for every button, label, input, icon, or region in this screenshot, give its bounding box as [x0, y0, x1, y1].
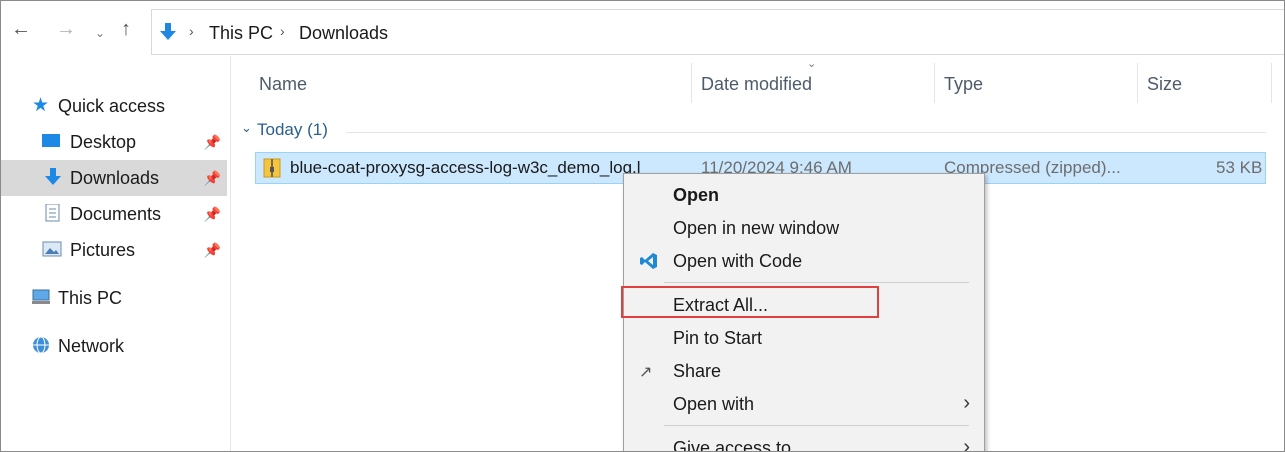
pictures-icon — [42, 241, 62, 257]
column-divider[interactable] — [1137, 63, 1138, 103]
sort-chevron-icon: ⌄ — [807, 58, 817, 70]
sidebar-item-desktop[interactable]: Desktop 📌 — [1, 124, 227, 160]
file-explorer-window: ← → ⌄ ↑ › This PC › Downloads ★ Quick ac… — [0, 0, 1285, 452]
column-divider[interactable] — [1271, 63, 1272, 103]
downloads-icon — [45, 168, 61, 185]
navigation-pane: ★ Quick access Desktop 📌 Downloads 📌 Doc… — [1, 56, 231, 451]
extract-all-highlight-box — [621, 286, 879, 318]
sidebar-item-label: Desktop — [70, 132, 137, 152]
group-collapse-chevron-icon[interactable]: ⌄ — [241, 120, 252, 136]
submenu-chevron-right-icon: › — [963, 436, 970, 452]
network-icon — [33, 336, 49, 354]
pin-icon[interactable]: 📌 — [204, 242, 221, 259]
vscode-icon — [640, 253, 657, 269]
menu-item-label: Pin to Start — [673, 328, 763, 348]
menu-item-open-in-new-window[interactable]: Open in new window — [624, 212, 984, 245]
file-size: 53 KB — [1216, 158, 1263, 177]
sidebar-item-network[interactable]: Network — [1, 328, 227, 364]
menu-item-label: Open in new window — [673, 218, 840, 238]
zip-folder-icon — [263, 158, 281, 178]
sidebar-item-label: This PC — [58, 288, 123, 308]
pin-icon[interactable]: 📌 — [204, 170, 221, 187]
menu-item-label: Open — [673, 185, 720, 205]
sidebar-item-label: Documents — [70, 204, 162, 224]
menu-item-label: Open with Code — [673, 251, 803, 271]
back-arrow-icon[interactable]: ← — [11, 19, 31, 39]
menu-item-give-access-to[interactable]: Give access to › — [624, 432, 984, 452]
menu-item-open[interactable]: Open — [624, 179, 984, 212]
sidebar-item-pictures[interactable]: Pictures 📌 — [1, 232, 227, 268]
sidebar-item-label: Network — [58, 336, 125, 356]
sidebar-item-documents[interactable]: Documents 📌 — [1, 196, 227, 232]
documents-icon — [45, 204, 60, 222]
column-header-size[interactable]: Size — [1147, 74, 1182, 95]
computer-icon — [32, 289, 50, 304]
sidebar-item-label: Downloads — [70, 168, 160, 188]
group-divider — [346, 132, 1266, 133]
menu-item-label: Give access to — [673, 438, 792, 452]
share-icon: ↗ — [639, 364, 653, 381]
file-name[interactable]: blue-coat-proxysg-access-log-w3c_demo_lo… — [290, 158, 641, 178]
downloads-location-icon — [160, 23, 176, 40]
desktop-icon — [42, 134, 60, 147]
address-bar[interactable]: › This PC › Downloads — [151, 9, 1284, 55]
sidebar-item-label: Pictures — [70, 240, 136, 260]
menu-item-open-with[interactable]: Open with › — [624, 388, 984, 421]
submenu-chevron-right-icon: › — [963, 392, 970, 414]
forward-arrow-icon[interactable]: → — [56, 19, 76, 39]
breadcrumb-this-pc[interactable]: This PC — [209, 23, 273, 44]
sidebar-item-label: Quick access — [58, 96, 166, 116]
pin-icon[interactable]: 📌 — [204, 134, 221, 151]
menu-item-label: Share — [673, 361, 722, 381]
breadcrumb-separator-icon: › — [189, 23, 194, 39]
group-header-today[interactable]: Today (1) — [257, 120, 328, 140]
menu-separator — [664, 425, 969, 426]
sidebar-item-this-pc[interactable]: This PC — [1, 280, 227, 316]
column-header-type[interactable]: Type — [944, 74, 983, 95]
pin-icon[interactable]: 📌 — [204, 206, 221, 223]
sidebar-item-quick-access[interactable]: ★ Quick access — [1, 88, 227, 124]
star-icon: ★ — [32, 95, 50, 116]
column-header-name[interactable]: Name — [259, 74, 307, 95]
menu-item-pin-to-start[interactable]: Pin to Start — [624, 322, 984, 355]
menu-item-open-with-code[interactable]: Open with Code — [624, 245, 984, 278]
recent-locations-chevron-down-icon[interactable]: ⌄ — [95, 23, 105, 43]
menu-item-share[interactable]: ↗ Share — [624, 355, 984, 388]
column-header-date-modified[interactable]: Date modified — [701, 74, 812, 95]
column-divider[interactable] — [691, 63, 692, 103]
breadcrumb-downloads[interactable]: Downloads — [299, 23, 388, 44]
breadcrumb-separator-icon: › — [280, 23, 285, 39]
column-divider[interactable] — [934, 63, 935, 103]
up-arrow-icon[interactable]: ↑ — [121, 19, 131, 39]
menu-separator — [664, 282, 969, 283]
menu-item-label: Open with — [673, 394, 755, 414]
sidebar-item-downloads[interactable]: Downloads 📌 — [1, 160, 227, 196]
